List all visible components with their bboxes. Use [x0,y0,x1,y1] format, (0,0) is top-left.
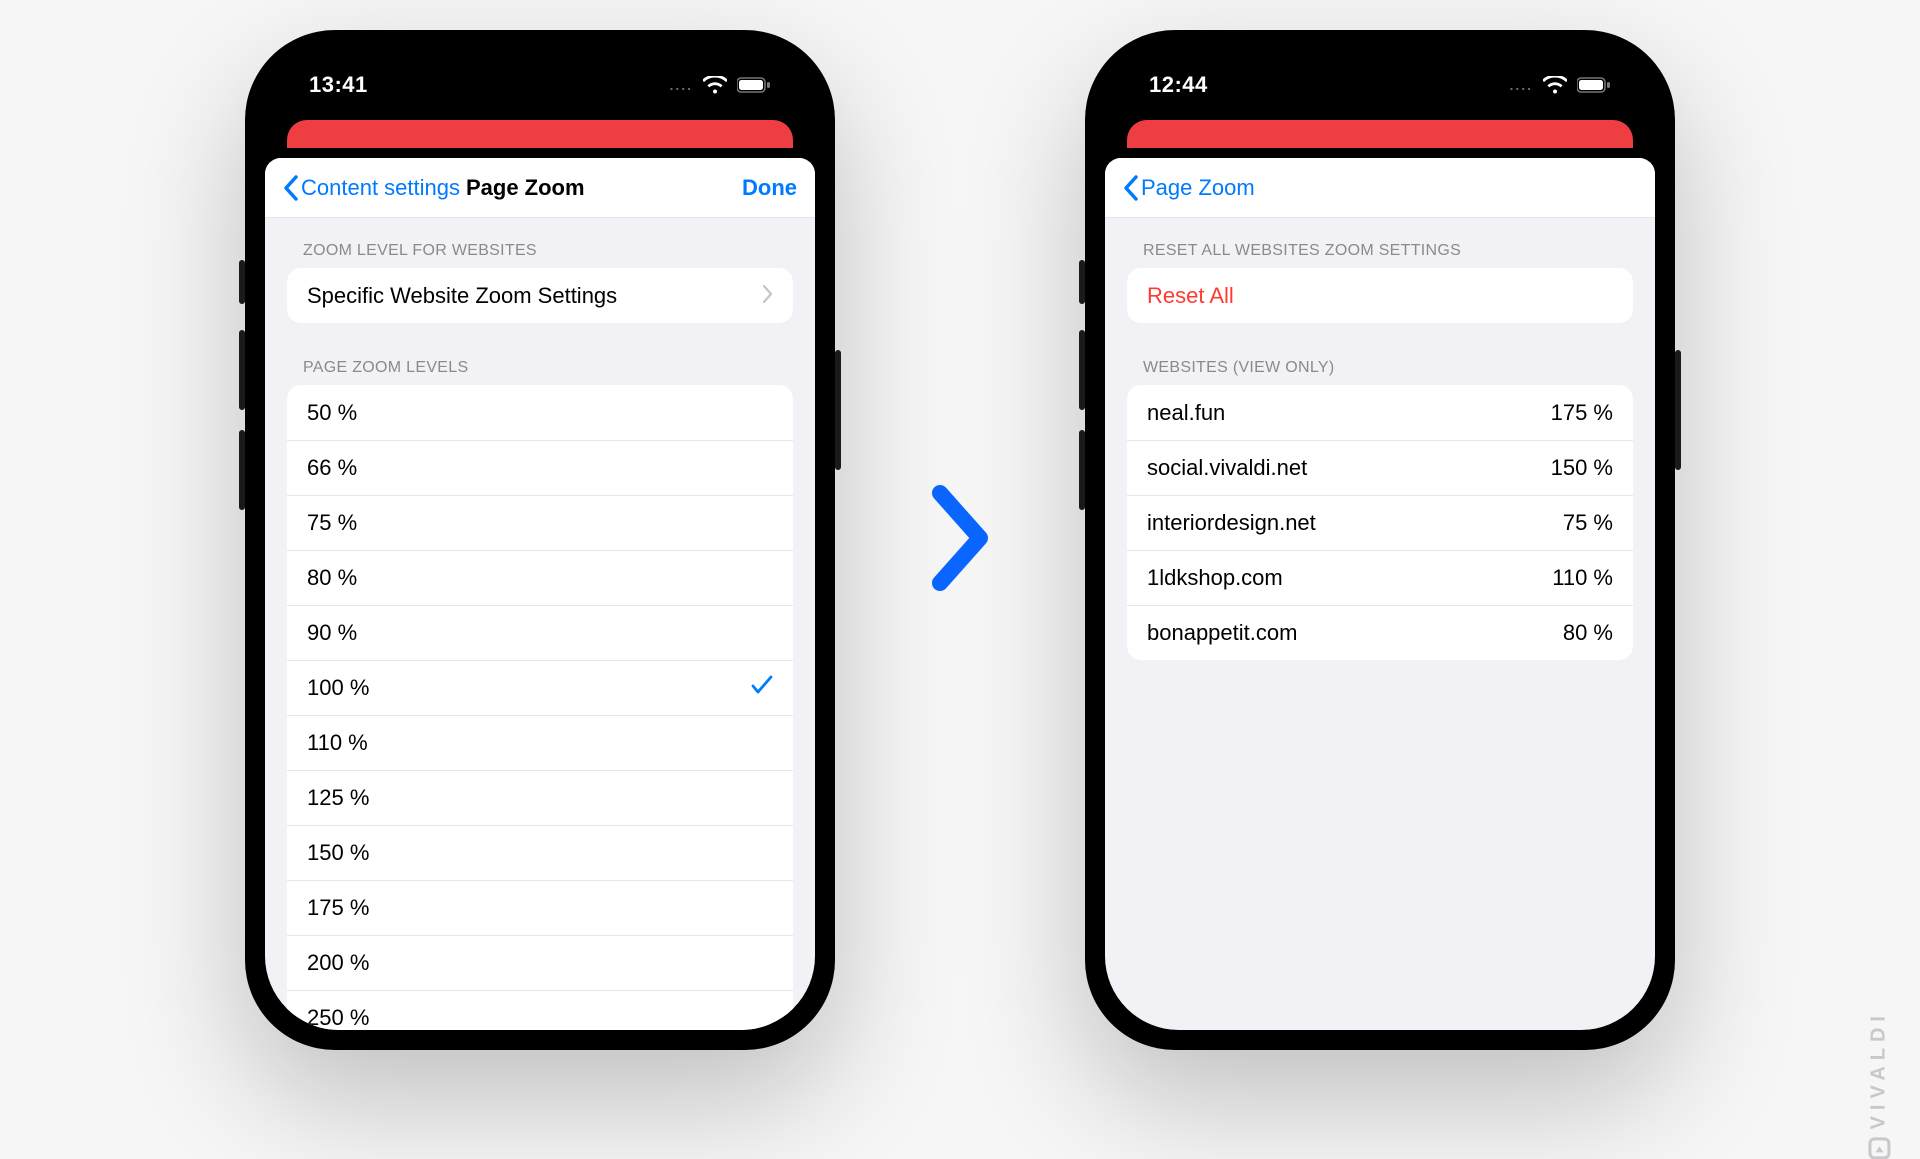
zoom-level-label: 50 % [307,400,773,426]
zoom-level-label: 250 % [307,1005,773,1030]
website-zoom-value: 75 % [1563,510,1613,536]
website-row: bonappetit.com80 % [1127,605,1633,660]
zoom-level-label: 175 % [307,895,773,921]
website-zoom-value: 175 % [1551,400,1613,426]
row-label: Reset All [1147,283,1613,309]
clock: 13:41 [309,72,368,98]
wifi-icon [703,76,727,94]
zoom-level-row[interactable]: 150 % [287,825,793,880]
transition-arrow-icon [925,478,995,603]
settings-sheet: Page Zoom RESET ALL WEBSITES ZOOM SETTIN… [1105,158,1655,1030]
specific-website-zoom-row[interactable]: Specific Website Zoom Settings [287,268,793,323]
notch [425,50,655,94]
website-domain: 1ldkshop.com [1147,565,1552,591]
website-zoom-value: 150 % [1551,455,1613,481]
clock: 12:44 [1149,72,1208,98]
zoom-level-label: 80 % [307,565,773,591]
section-header-zoom-levels: PAGE ZOOM LEVELS [265,335,815,385]
website-domain: neal.fun [1147,400,1551,426]
website-zoom-value: 110 % [1552,565,1613,591]
back-button[interactable]: Page Zoom [1123,175,1255,201]
chevron-left-icon [283,175,299,201]
zoom-level-row[interactable]: 50 % [287,385,793,440]
vivaldi-logo-icon [1868,1137,1890,1159]
phone-left: 13:41 .... Content settings [245,30,835,1050]
website-row: 1ldkshop.com110 % [1127,550,1633,605]
zoom-level-row[interactable]: 75 % [287,495,793,550]
chevron-right-icon [763,283,773,309]
sheet-underlay [1127,120,1633,148]
notch [1265,50,1495,94]
row-label: Specific Website Zoom Settings [307,283,763,309]
zoom-level-row[interactable]: 80 % [287,550,793,605]
zoom-level-label: 150 % [307,840,773,866]
zoom-level-label: 110 % [307,730,773,756]
zoom-level-row[interactable]: 175 % [287,880,793,935]
checkmark-icon [751,675,773,701]
zoom-level-label: 75 % [307,510,773,536]
website-domain: interiordesign.net [1147,510,1563,536]
website-row: neal.fun175 % [1127,385,1633,440]
chevron-left-icon [1123,175,1139,201]
back-label: Page Zoom [1141,175,1255,201]
zoom-level-row[interactable]: 66 % [287,440,793,495]
reset-all-button[interactable]: Reset All [1127,268,1633,323]
section-header-reset: RESET ALL WEBSITES ZOOM SETTINGS [1105,218,1655,268]
zoom-level-row[interactable]: 110 % [287,715,793,770]
zoom-level-row[interactable]: 100 % [287,660,793,715]
website-domain: social.vivaldi.net [1147,455,1551,481]
watermark-text: VIVALDI [1867,1010,1890,1129]
website-zoom-value: 80 % [1563,620,1613,646]
signal-dots-icon: .... [1509,77,1533,93]
done-button[interactable]: Done [742,175,797,201]
back-button[interactable]: Content settings [283,175,460,201]
zoom-level-label: 200 % [307,950,773,976]
website-domain: bonappetit.com [1147,620,1563,646]
signal-dots-icon: .... [669,77,693,93]
zoom-level-label: 90 % [307,620,773,646]
nav-bar: Content settings Page Zoom Done [265,158,815,218]
zoom-level-row[interactable]: 250 % [287,990,793,1030]
zoom-level-row[interactable]: 90 % [287,605,793,660]
battery-icon [737,77,771,93]
website-row: social.vivaldi.net150 % [1127,440,1633,495]
vivaldi-watermark: VIVALDI [1867,1010,1890,1159]
settings-sheet: Content settings Page Zoom Done ZOOM LEV… [265,158,815,1030]
zoom-level-row[interactable]: 200 % [287,935,793,990]
phone-right: 12:44 .... Page Zoom [1085,30,1675,1050]
wifi-icon [1543,76,1567,94]
back-label: Content settings [301,175,460,201]
nav-bar: Page Zoom [1105,158,1655,218]
zoom-level-label: 125 % [307,785,773,811]
website-row: interiordesign.net75 % [1127,495,1633,550]
section-header-websites: WEBSITES (VIEW ONLY) [1105,335,1655,385]
battery-icon [1577,77,1611,93]
sheet-underlay [287,120,793,148]
section-header-zoom-websites: ZOOM LEVEL FOR WEBSITES [265,218,815,268]
zoom-level-label: 100 % [307,675,751,701]
zoom-level-label: 66 % [307,455,773,481]
page-title: Page Zoom [466,175,585,201]
zoom-level-row[interactable]: 125 % [287,770,793,825]
